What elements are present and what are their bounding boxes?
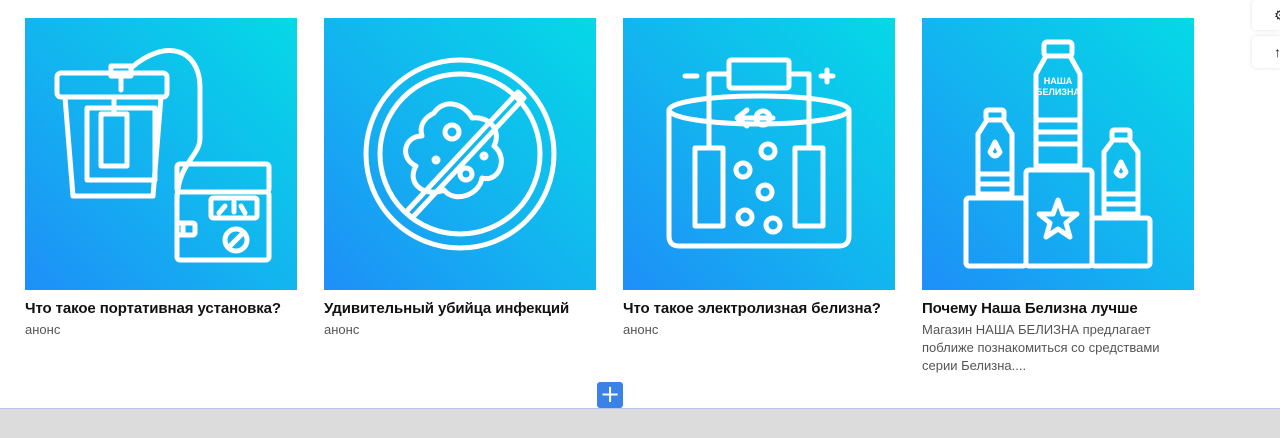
bottle-label-line1: НАША	[1044, 76, 1073, 86]
add-block-button[interactable]: +	[597, 382, 623, 408]
article-image[interactable]	[324, 18, 596, 290]
article-title[interactable]: Удивительный убийца инфекций	[324, 299, 596, 319]
arrow-up-icon: ↑	[1274, 44, 1280, 60]
settings-panel-button[interactable]: ⚙	[1252, 0, 1280, 30]
article-description: Магазин НАША БЕЛИЗНА предлагает поближе …	[922, 322, 1160, 373]
gear-icon: ⚙	[1274, 8, 1280, 22]
article-card-infection-killer[interactable]: Удивительный убийца инфекций анонс	[324, 18, 596, 339]
article-description: анонс	[324, 322, 360, 337]
article-title[interactable]: Что такое электролизная белизна?	[623, 299, 895, 319]
podium-bottles-icon: НАША БЕЛИЗНА	[963, 39, 1153, 269]
article-image[interactable]	[623, 18, 895, 290]
bottle-label-line2: БЕЛИЗНА	[1036, 87, 1080, 97]
article-card-electrolysis[interactable]: Что такое электролизная белизна? анонс	[623, 18, 895, 339]
article-image[interactable]: НАША БЕЛИЗНА	[922, 18, 1194, 290]
article-card-portable[interactable]: Что такое портативная установка? анонс	[25, 18, 297, 339]
scroll-up-button[interactable]: ↑	[1252, 36, 1280, 68]
no-bacteria-icon	[363, 57, 557, 251]
article-description: анонс	[25, 322, 61, 337]
article-image[interactable]	[25, 18, 297, 290]
article-description: анонс	[623, 322, 659, 337]
article-title[interactable]: Почему Наша Белизна лучше	[922, 299, 1194, 319]
portable-device-icon	[54, 48, 272, 263]
article-title[interactable]: Что такое портативная установка?	[25, 299, 297, 319]
bottom-bar	[0, 408, 1280, 438]
article-card-why-better[interactable]: НАША БЕЛИЗНА Почему Наша Белизна лучше М…	[922, 18, 1194, 375]
electrolysis-icon	[666, 57, 852, 249]
